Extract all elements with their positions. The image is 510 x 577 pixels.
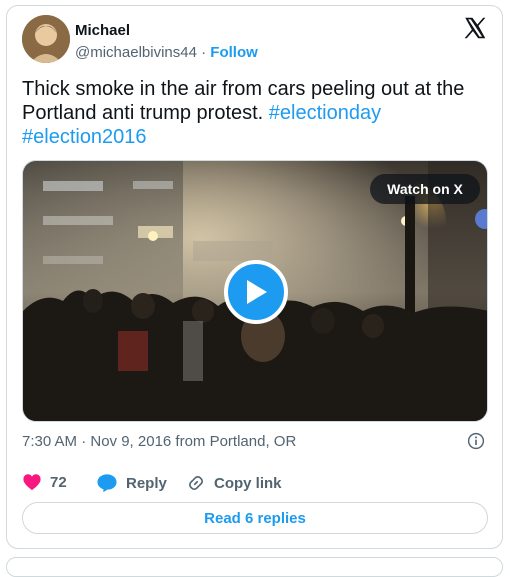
x-logo-icon[interactable]	[462, 15, 488, 41]
like-button[interactable]: 72	[22, 473, 67, 491]
reply-bubble-icon	[97, 474, 117, 493]
heart-icon	[23, 474, 41, 491]
author-handle-line: @michaelbivins44 · Follow	[75, 44, 258, 61]
watch-on-x-button[interactable]: Watch on X	[370, 174, 480, 204]
author-handle[interactable]: @michaelbivins44	[75, 44, 197, 61]
read-replies-button[interactable]: Read 6 replies	[22, 502, 488, 534]
play-icon	[247, 280, 267, 304]
separator: ·	[196, 44, 211, 61]
video-media[interactable]: Watch on X	[22, 160, 488, 422]
tweet-text: Thick smoke in the air from cars peeling…	[22, 77, 492, 149]
copy-link-label: Copy link	[214, 474, 282, 492]
tweet-timestamp[interactable]: 7:30 AM · Nov 9, 2016 from Portland, OR	[22, 433, 296, 450]
link-icon	[189, 476, 203, 490]
tweet-body: Thick smoke in the air from cars peeling…	[22, 78, 465, 124]
copy-link-button[interactable]: Copy link	[186, 473, 282, 493]
reply-button[interactable]: Reply	[96, 473, 167, 493]
info-icon[interactable]	[467, 432, 485, 450]
hashtag-electionday[interactable]: #electionday	[269, 102, 381, 124]
reply-label: Reply	[126, 474, 167, 492]
like-count: 72	[50, 473, 67, 491]
play-button[interactable]	[224, 260, 288, 324]
author-name[interactable]: Michael	[75, 22, 130, 39]
follow-link[interactable]: Follow	[210, 44, 258, 61]
hashtag-election2016[interactable]: #election2016	[22, 126, 147, 148]
avatar[interactable]	[22, 15, 70, 63]
next-tweet-card	[6, 557, 503, 577]
